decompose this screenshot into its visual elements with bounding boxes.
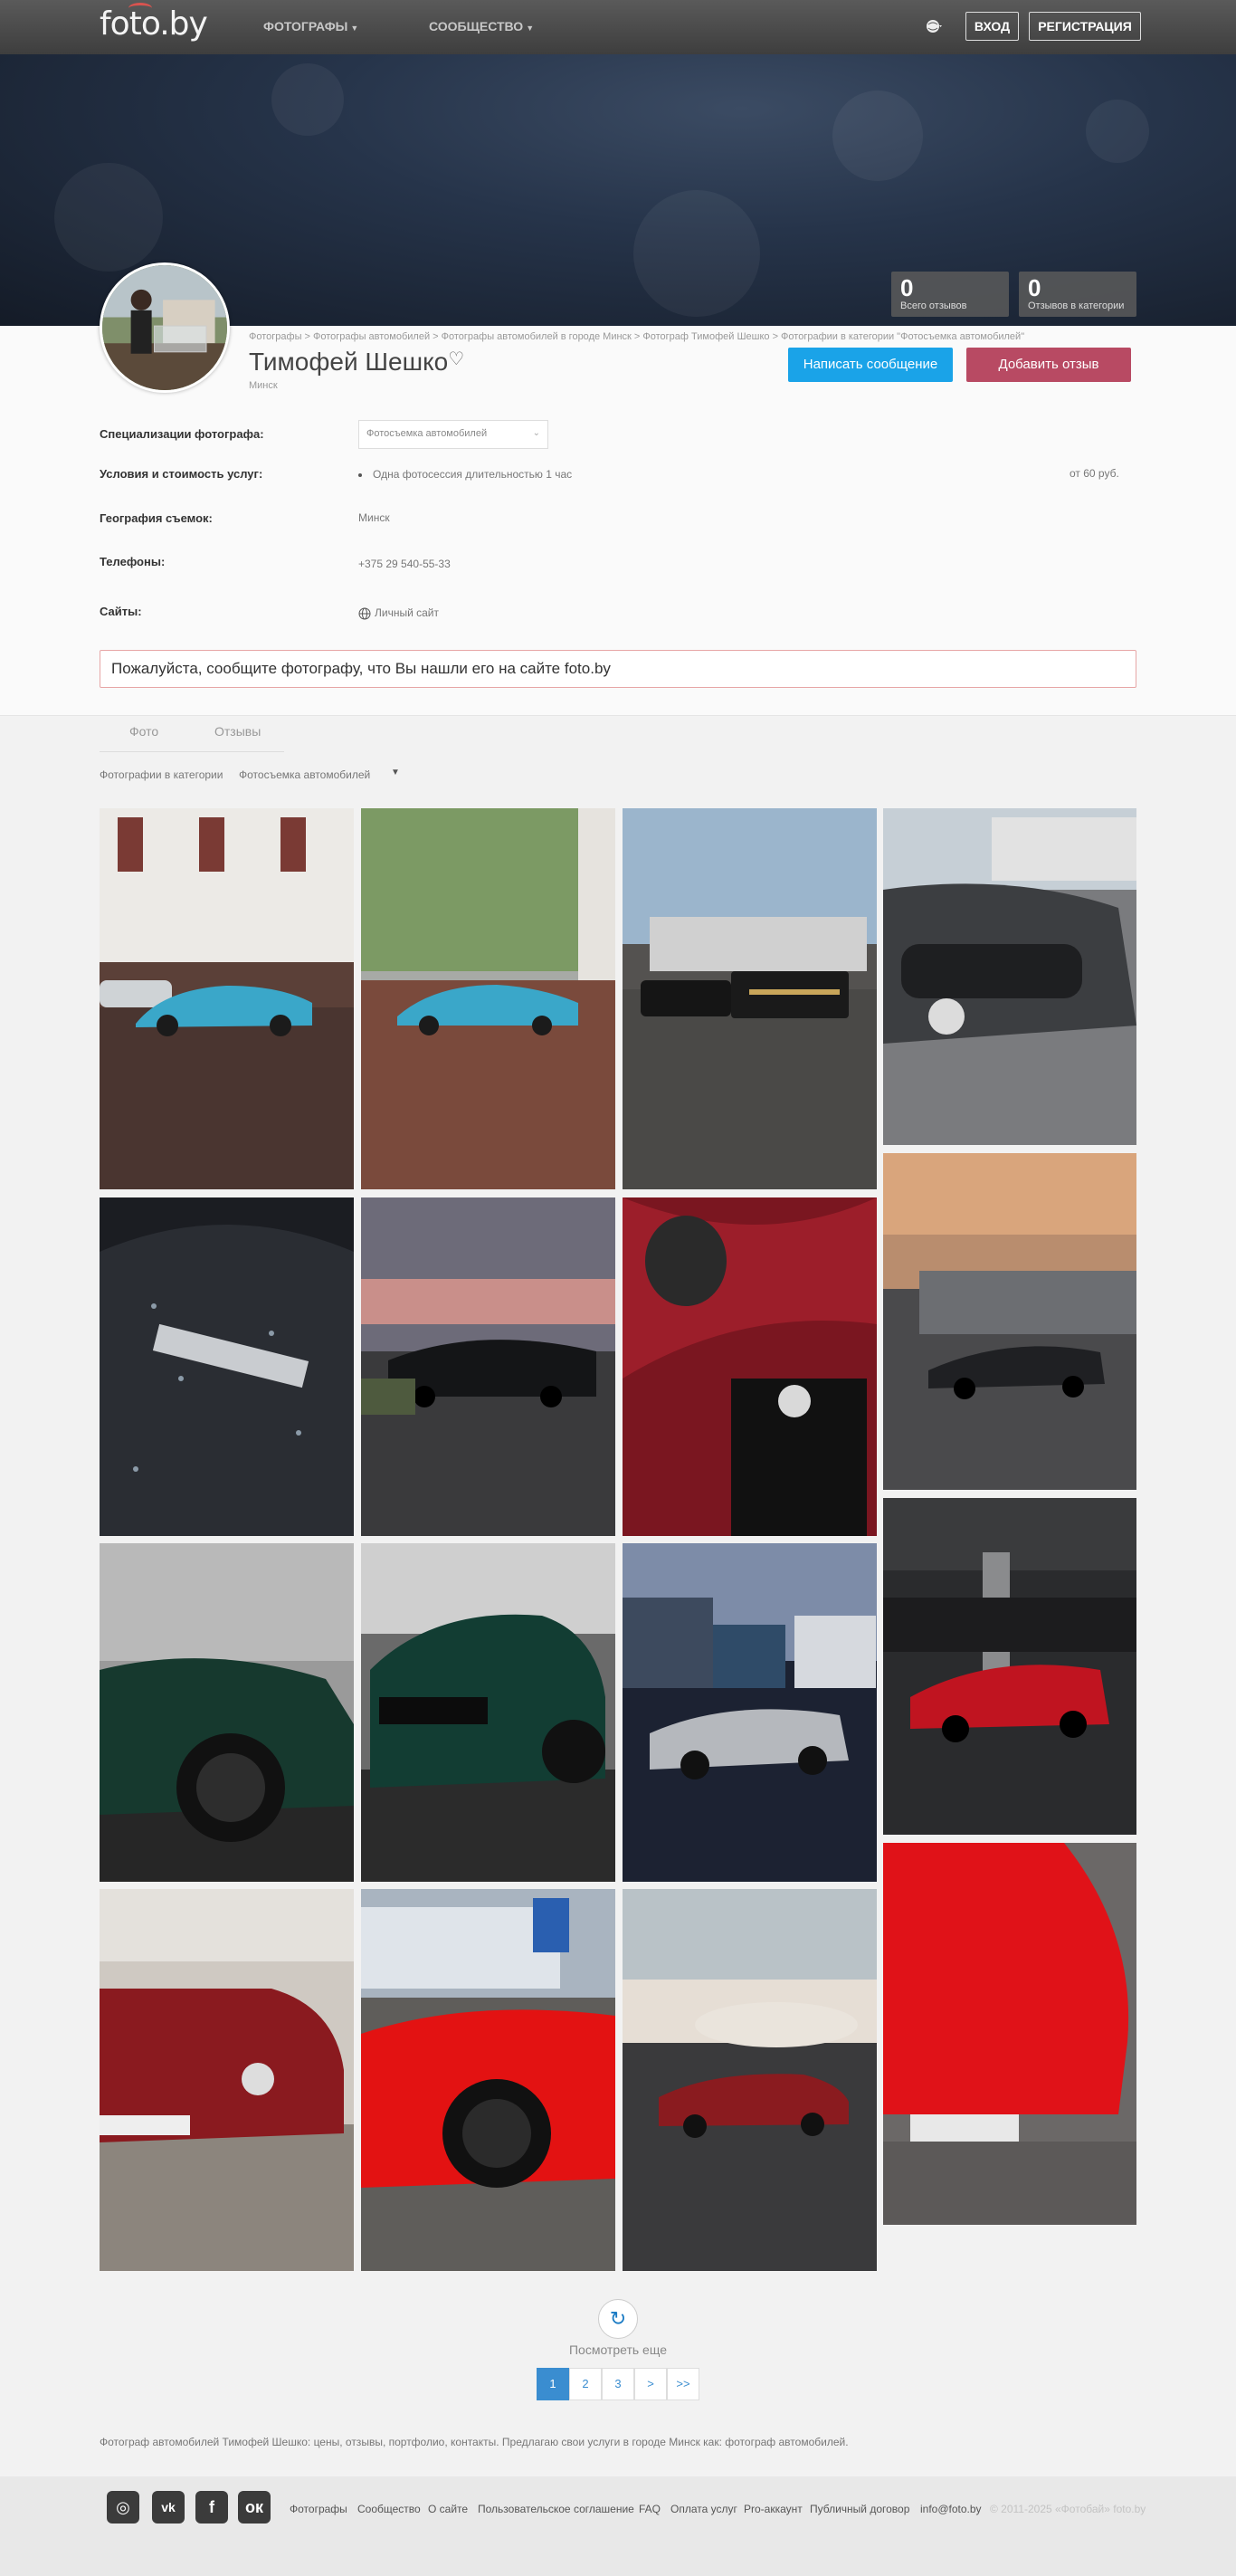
seo-description: Фотограф автомобилей Тимофей Шешко: цены… [100,2436,849,2448]
photo-mercedes-amg-front[interactable] [100,1889,354,2271]
sites-label: Сайты: [100,605,142,618]
photo-red-alfa-romeo[interactable] [361,1543,615,1882]
tabs-divider [0,715,1236,716]
refresh-icon[interactable]: ↻ [598,2299,638,2339]
avatar [100,262,230,393]
breadcrumb[interactable]: Фотографы > Фотографы автомобилей > Фото… [249,331,1024,342]
nav-community[interactable]: СООБЩЕСТВО ▼ [429,19,534,33]
chevron-down-icon[interactable]: ▼ [391,768,400,778]
photographer-name: Тимофей Шешко♡ [249,348,465,376]
geo-value: Минск [358,511,390,524]
top-navbar: foto.by ФОТОГРАФЫ ▼ СООБЩЕСТВО ▼ ВХОД РЕГИ… [0,0,1236,54]
chevron-down-icon: ▼ [526,24,535,33]
tabs-underline [100,751,284,752]
photo-red-corvette-wheel[interactable] [883,1153,1136,1490]
write-message-button[interactable]: Написать сообщение [788,348,953,382]
footer: ◎ vk f ок Фотографы Сообщество О сайте П… [0,2476,1236,2576]
footer-link-terms[interactable]: Пользовательское соглашение [478,2503,634,2515]
notice-box: Пожалуйста, сообщите фотографу, что Вы н… [100,650,1136,688]
spec-label: Специализации фотографа: [100,427,264,441]
photo-black-suvs[interactable] [100,1543,354,1882]
page-2[interactable]: 2 [569,2368,602,2400]
page-last[interactable]: >> [667,2368,699,2400]
photo-porsche-boxster[interactable] [623,1543,877,1882]
photo-red-mustang-front[interactable] [883,808,1136,1145]
page-3[interactable]: 3 [602,2368,634,2400]
phones-value: +375 29 540-55-33 [358,558,451,570]
add-review-button[interactable]: Добавить отзыв [966,348,1131,382]
photo-porsche-blue-2[interactable] [100,1197,354,1536]
terms-price: от 60 руб. [1070,467,1119,480]
footer-link-about[interactable]: О сайте [428,2503,468,2515]
terms-label: Условия и стоимость услуг: [100,467,263,481]
chevron-down-icon: ⌄ [532,428,540,438]
tab-photo[interactable]: Фото [129,724,158,739]
footer-link-payment[interactable]: Оплата услуг [670,2503,737,2515]
footer-link-faq[interactable]: FAQ [639,2503,661,2515]
spec-select[interactable]: Фотосъемка автомобилей ⌄ [358,420,548,449]
photo-red-alfa-parking[interactable] [623,1889,877,2271]
category-select[interactable]: Фотосъемка автомобилей [239,768,370,781]
load-more-link[interactable]: Посмотреть еще [567,2342,669,2357]
page-next[interactable]: > [634,2368,667,2400]
footer-link-email[interactable]: info@foto.by [920,2503,982,2515]
footer-link-pro[interactable]: Pro-аккаунт [744,2503,803,2515]
geo-label: География съемок: [100,511,213,525]
photo-black-sports-car-dusk[interactable] [361,1197,615,1536]
chevron-down-icon: ▼ [350,24,359,33]
category-label: Фотографии в категории [100,768,223,781]
stat-total-reviews: 0 Всего отзывов [891,272,1009,317]
odnoklassniki-icon[interactable]: ок [238,2491,271,2524]
phones-label: Телефоны: [100,555,166,568]
footer-link-contract[interactable]: Публичный договор [810,2503,909,2515]
copyright: © 2011-2025 «Фотобай» foto.by [990,2503,1146,2515]
stat-category-reviews: 0 Отзывов в категории [1019,272,1136,317]
photo-porsche-blue-1[interactable] [100,808,354,1189]
photo-ferrari-wet[interactable] [361,808,615,1189]
heart-icon[interactable]: ♡ [448,349,464,369]
photo-red-mustang-arena[interactable] [883,1498,1136,1835]
globe-icon [358,607,371,620]
login-button[interactable]: ВХОД [965,12,1019,41]
photo-red-corvette-plate[interactable] [883,1843,1136,2225]
globe-icon[interactable] [925,17,943,35]
page-1[interactable]: 1 [537,2368,569,2400]
register-button[interactable]: РЕГИСТРАЦИЯ [1029,12,1141,41]
footer-link-photographers[interactable]: Фотографы [290,2503,347,2515]
nav-photographers[interactable]: ФОТОГРАФЫ ▼ [263,19,358,33]
photo-green-bmw-front[interactable] [623,1197,877,1536]
photo-mercedes-amg-sunset[interactable] [361,1889,615,2271]
vk-icon[interactable]: vk [152,2491,185,2524]
tab-reviews[interactable]: Отзывы [214,724,261,739]
facebook-icon[interactable]: f [195,2491,228,2524]
instagram-icon[interactable]: ◎ [107,2491,139,2524]
photo-green-bmw-side[interactable] [623,808,877,1189]
site-logo[interactable]: foto.by [100,5,208,43]
footer-link-community[interactable]: Сообщество [357,2503,421,2515]
terms-item: Одна фотосессия длительностью 1 час [358,468,572,481]
personal-site-link[interactable]: Личный сайт [358,606,439,620]
photographer-city: Минск [249,380,278,391]
